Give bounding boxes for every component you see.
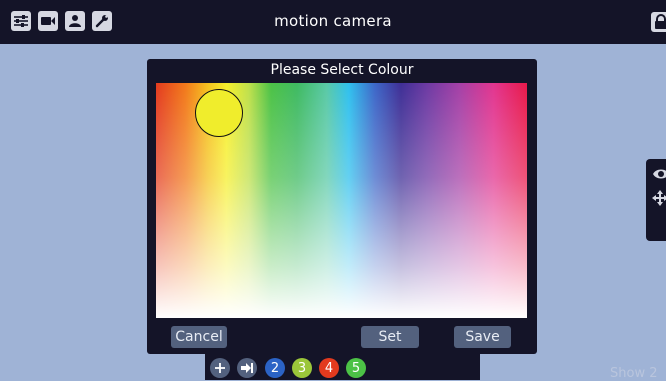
group-4-button[interactable]: 4 [319,358,339,378]
colour-selector-handle[interactable] [195,89,243,137]
set-button[interactable]: Set [361,326,419,348]
eye-icon[interactable] [652,165,666,184]
show-label: Show 2 [610,366,658,381]
save-button[interactable]: Save [454,326,511,348]
colour-palette[interactable] [156,83,527,318]
page-title: motion camera [274,12,392,30]
cancel-button[interactable]: Cancel [171,326,227,348]
plus-icon[interactable] [210,358,230,378]
lock-icon[interactable] [651,12,666,32]
group-5-button[interactable]: 5 [346,358,366,378]
side-panel [646,159,666,241]
dialog-title: Please Select Colour [270,62,414,78]
sign-in-icon[interactable] [237,358,257,378]
group-3-button[interactable]: 3 [292,358,312,378]
top-bar: motion camera [0,0,666,44]
move-icon[interactable] [652,190,666,210]
colour-picker-dialog: Please Select Colour Cancel Set Save [147,59,537,354]
group-2-button[interactable]: 2 [265,358,285,378]
bottom-toolbar: 2 3 4 5 [205,354,480,380]
